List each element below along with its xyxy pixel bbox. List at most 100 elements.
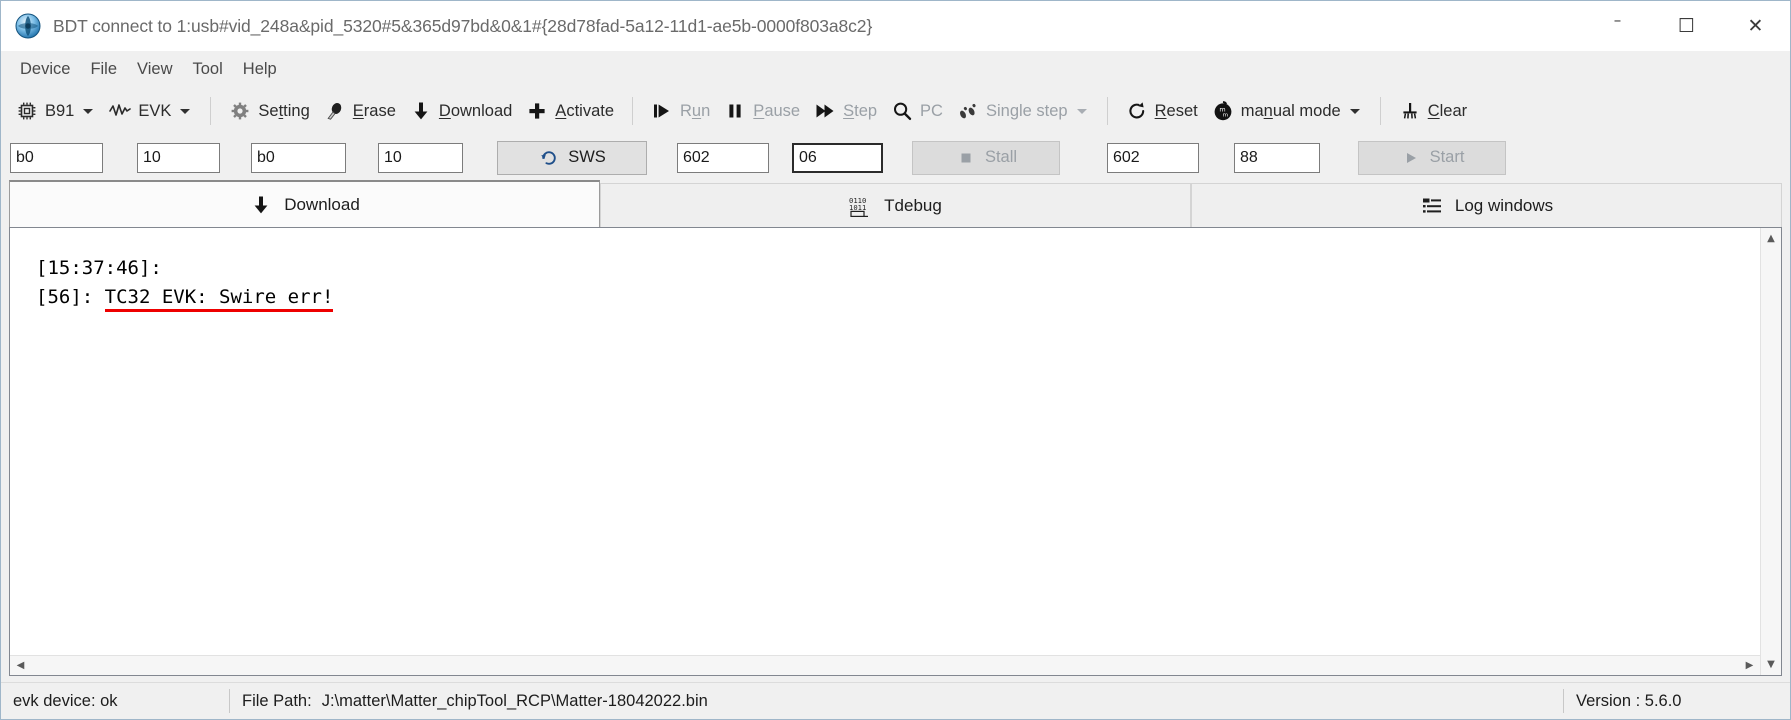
probe-selector-label: EVK: [138, 101, 172, 120]
setting-label: Setting: [258, 101, 310, 120]
probe-selector-button[interactable]: EVK: [102, 92, 199, 130]
len1-input[interactable]: [137, 142, 220, 173]
close-button[interactable]: ✕: [1721, 1, 1790, 52]
maximize-icon: ☐: [1677, 14, 1696, 37]
horizontal-scrollbar[interactable]: ◀ ▶: [10, 655, 1760, 675]
sws-refresh-icon: [538, 147, 560, 169]
chevron-down-icon[interactable]: [180, 108, 191, 114]
list-lines-icon: [1420, 194, 1444, 218]
scroll-left-arrow-icon[interactable]: ◀: [10, 655, 31, 676]
file-path-label: File Path:: [242, 691, 312, 710]
log-line-timestamp: [15:37:46]:: [36, 257, 162, 279]
device-status: evk device: ok: [13, 691, 118, 710]
main-toolbar: B91 EVK Setting Erase Download Activate …: [1, 87, 1790, 135]
log-output-box: [15:37:46]: [56]: TC32 EVK: Swire err! ◀…: [9, 227, 1782, 676]
close-icon: ✕: [1747, 14, 1764, 37]
binary-code-icon: 0110 1011: [849, 194, 873, 218]
bdt-app-icon: [15, 13, 41, 39]
scroll-up-arrow-icon[interactable]: ▲: [1761, 228, 1782, 249]
chip-icon: [16, 100, 38, 122]
window-controls: – ☐ ✕: [1583, 1, 1790, 52]
download-arrow-icon: [410, 100, 432, 122]
reset-label: Reset: [1154, 101, 1198, 120]
magnifier-icon: [891, 100, 913, 122]
manual-mode-button[interactable]: m m manual mode: [1205, 92, 1369, 130]
run-label: Run: [680, 101, 711, 120]
chip-selector-label: B91: [45, 101, 75, 120]
tab-tdebug-label: Tdebug: [884, 195, 942, 215]
menu-help[interactable]: Help: [233, 57, 287, 82]
menu-view[interactable]: View: [127, 57, 182, 82]
chevron-down-icon[interactable]: [83, 108, 94, 114]
stall-addr-input[interactable]: [677, 142, 769, 173]
erase-label: Erase: [352, 101, 396, 120]
svg-text:1011: 1011: [849, 203, 866, 212]
stall-label: Stall: [984, 148, 1018, 166]
tab-download[interactable]: Download: [9, 180, 600, 227]
vertical-scrollbar[interactable]: ▲ ▼: [1760, 228, 1781, 675]
stall-button[interactable]: Stall: [912, 140, 1060, 175]
download-button[interactable]: Download: [403, 92, 519, 130]
setting-button[interactable]: Setting: [222, 92, 316, 130]
clear-label: Clear: [1427, 101, 1468, 120]
start-label: Start: [1429, 148, 1465, 166]
window-title: BDT connect to 1:usb#vid_248a&pid_5320#5…: [53, 15, 873, 36]
play-icon: [651, 100, 673, 122]
tab-tdebug[interactable]: 0110 1011 Tdebug: [600, 183, 1191, 227]
scroll-down-arrow-icon[interactable]: ▼: [1761, 654, 1782, 675]
eraser-icon: [324, 100, 346, 122]
log-line-error: [56]: TC32 EVK: Swire err!: [36, 283, 1760, 312]
sws-button[interactable]: SWS: [497, 140, 647, 175]
minimize-button[interactable]: –: [1583, 1, 1652, 52]
file-path-value: J:\matter\Matter_chipTool_RCP\Matter-180…: [321, 691, 708, 710]
toolbar-separator: [632, 97, 633, 125]
erase-button[interactable]: Erase: [317, 92, 403, 130]
pause-icon: [724, 100, 746, 122]
pc-button[interactable]: PC: [884, 92, 950, 130]
clear-button[interactable]: Clear: [1392, 92, 1474, 130]
pause-button[interactable]: Pause: [717, 92, 807, 130]
chip-selector-button[interactable]: B91: [9, 92, 102, 130]
activate-button[interactable]: Activate: [519, 92, 621, 130]
stall-value-input[interactable]: [792, 142, 883, 173]
clear-icon: [1399, 100, 1421, 122]
addr1-input[interactable]: [10, 142, 103, 173]
step-label: Step: [843, 101, 878, 120]
menu-file[interactable]: File: [80, 57, 127, 82]
toolbar-separator: [1379, 97, 1381, 125]
chevron-down-icon[interactable]: [1076, 108, 1087, 114]
run-button[interactable]: Run: [644, 92, 717, 130]
pc-label: PC: [920, 101, 943, 120]
len2-input[interactable]: [378, 142, 463, 173]
log-output-text[interactable]: [15:37:46]: [56]: TC32 EVK: Swire err!: [10, 228, 1760, 655]
chevron-down-icon[interactable]: [1349, 108, 1360, 114]
download-arrow-icon: [249, 193, 273, 217]
toolbar-separator: [210, 97, 212, 125]
addr2-input[interactable]: [251, 142, 346, 173]
menu-bar: Device File View Tool Help: [1, 52, 1790, 87]
menu-device[interactable]: Device: [10, 57, 80, 82]
toolbar-separator: [1106, 97, 1108, 125]
play-triangle-icon: [1400, 147, 1422, 169]
start-addr-input[interactable]: [1107, 142, 1199, 173]
tab-strip: Download 0110 1011 Tdebug Log windows: [1, 180, 1790, 227]
log-line-prefix: [56]:: [36, 285, 105, 308]
scroll-right-arrow-icon[interactable]: ▶: [1739, 655, 1760, 676]
maximize-button[interactable]: ☐: [1652, 1, 1721, 52]
plus-icon: [526, 100, 548, 122]
tab-log-windows-label: Log windows: [1454, 195, 1554, 215]
gear-icon: [229, 100, 251, 122]
start-button[interactable]: Start: [1358, 140, 1506, 175]
download-label: Download: [438, 101, 513, 120]
menu-tool[interactable]: Tool: [183, 57, 233, 82]
reset-button[interactable]: Reset: [1119, 92, 1205, 130]
svg-text:m: m: [1222, 112, 1227, 118]
step-button[interactable]: Step: [807, 92, 884, 130]
stop-square-icon: [955, 147, 977, 169]
start-value-input[interactable]: [1234, 142, 1320, 173]
sws-label: SWS: [568, 148, 606, 166]
file-path: File Path: J:\matter\Matter_chipTool_RCP…: [230, 683, 720, 720]
single-step-button[interactable]: Single step: [950, 92, 1096, 130]
tab-log-windows[interactable]: Log windows: [1191, 183, 1782, 227]
fast-forward-icon: [814, 100, 836, 122]
